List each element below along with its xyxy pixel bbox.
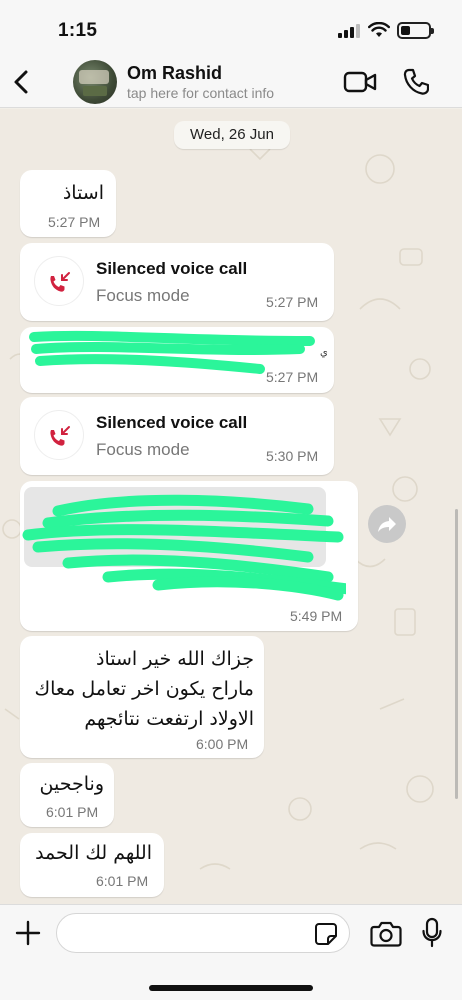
forward-button[interactable] (368, 505, 406, 543)
message-time: 5:27 PM (266, 369, 319, 385)
input-bar (0, 904, 462, 1000)
call-title: Silenced voice call (96, 259, 248, 278)
camera-button[interactable] (370, 920, 402, 948)
message-input[interactable] (56, 913, 350, 953)
redaction-scribble (22, 494, 346, 601)
chat-header: Om Rashid tap here for contact info (0, 58, 462, 108)
svg-text:ي: ي (320, 347, 328, 358)
message-time: 5:30 PM (266, 448, 319, 464)
chat-area[interactable]: Thu, 27 Jun Wed, 26 Jun استاذ 5:27 PM Si… (0, 109, 462, 904)
message-text: اللهم لك الحمد (35, 842, 152, 864)
message-time: 6:01 PM (46, 804, 99, 820)
home-indicator (149, 985, 313, 991)
message-time: 5:27 PM (48, 214, 101, 230)
call-bubble[interactable]: Silenced voice call Focus mode 5:27 PM (20, 243, 334, 321)
missed-call-icon-circle (34, 256, 84, 306)
avatar[interactable] (73, 60, 117, 104)
call-subtitle: Focus mode (96, 286, 190, 305)
message-bubble[interactable]: وناجحين 6:01 PM (20, 763, 114, 827)
message-text: وناجحين (39, 773, 104, 795)
voice-call-button[interactable] (403, 68, 429, 96)
message-time: 5:49 PM (290, 608, 343, 624)
message-text: استاذ (62, 182, 104, 204)
message-text: ماراح يكون اخر تعامل معاك (34, 678, 254, 700)
status-bar: 1:15 (0, 0, 462, 58)
message-bubble-redacted[interactable]: 5:49 PM (20, 481, 358, 631)
scrollbar[interactable] (455, 509, 458, 799)
signal-icon (338, 24, 360, 38)
contact-name[interactable]: Om Rashid (127, 63, 222, 84)
missed-call-icon (50, 272, 70, 292)
battery-icon (397, 22, 434, 39)
message-time: 6:00 PM (196, 736, 249, 752)
contact-info-hint[interactable]: tap here for contact info (127, 85, 274, 101)
message-bubble[interactable]: جزاك الله خير استاذ ماراح يكون اخر تعامل… (20, 636, 264, 758)
back-button[interactable] (8, 66, 36, 98)
missed-call-icon (50, 426, 70, 446)
message-bubble[interactable]: استاذ 5:27 PM (20, 170, 116, 237)
status-time: 1:15 (58, 20, 98, 41)
message-bubble[interactable]: اللهم لك الحمد 6:01 PM (20, 833, 164, 897)
date-separator: Wed, 26 Jun (174, 121, 290, 149)
forward-icon (378, 517, 396, 532)
message-text: الاولاد ارتفعت نتائجهم (84, 708, 254, 730)
call-title: Silenced voice call (96, 413, 248, 432)
message-text: جزاك الله خير استاذ (96, 648, 254, 670)
microphone-button[interactable] (422, 917, 442, 949)
message-bubble-redacted[interactable]: ي 5:27 PM (20, 327, 334, 393)
missed-call-icon-circle (34, 410, 84, 460)
message-time: 6:01 PM (96, 873, 149, 889)
sticker-button[interactable] (314, 922, 338, 946)
video-call-button[interactable] (343, 70, 377, 94)
wifi-icon (368, 22, 390, 37)
message-time: 5:27 PM (266, 294, 319, 310)
call-bubble[interactable]: Silenced voice call Focus mode 5:30 PM (20, 397, 334, 475)
plus-button[interactable] (14, 919, 42, 947)
call-subtitle: Focus mode (96, 440, 190, 459)
